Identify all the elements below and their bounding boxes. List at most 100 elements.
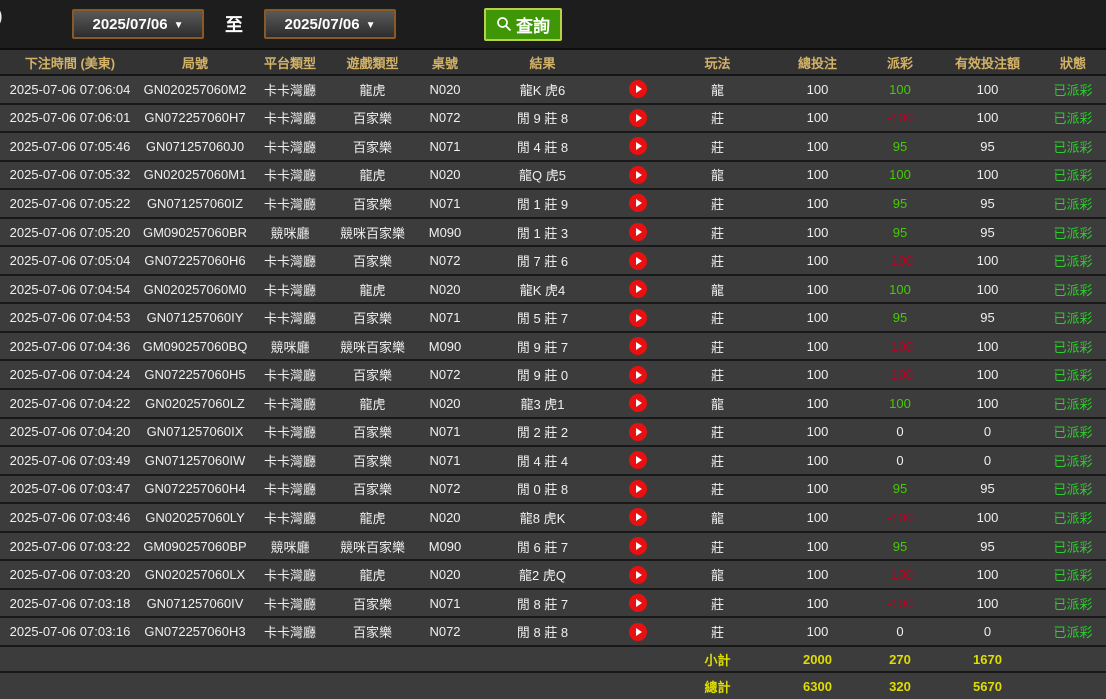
result-cell: 龍Q 虎5 [475,162,610,189]
payout-cell: -100 [865,105,935,132]
valid-bet-cell: 0 [935,618,1040,645]
replay-button[interactable] [629,623,647,641]
total-bet-cell: 100 [770,76,865,103]
date-to-select[interactable]: 2025/07/06 [264,9,396,39]
round-id-cell: GN071257060IY [140,304,250,331]
replay-button[interactable] [629,194,647,212]
payout-cell: 95 [865,219,935,246]
replay-cell [610,133,665,160]
table-no-cell: N071 [415,304,475,331]
total-bet-cell: 100 [770,447,865,474]
payout-cell: -100 [865,561,935,588]
status-cell: 已派彩 [1040,247,1106,274]
platform-cell: 卡卡灣廳 [250,561,330,588]
game-type-cell: 百家樂 [330,105,415,132]
table-no-cell: N020 [415,504,475,531]
replay-cell [610,419,665,446]
game-type-cell: 龍虎 [330,390,415,417]
play-icon [636,571,642,579]
total-bet-cell: 100 [770,333,865,360]
result-cell: 閒 8 莊 8 [475,618,610,645]
bet-time-cell: 2025-07-06 07:03:22 [0,533,140,560]
valid-bet-cell: 95 [935,476,1040,503]
bet-time-cell: 2025-07-06 07:05:32 [0,162,140,189]
date-to-value: 2025/07/06 [285,16,360,33]
replay-button[interactable] [629,366,647,384]
status-cell: 已派彩 [1040,590,1106,617]
play-icon [636,228,642,236]
table-row: 2025-07-06 07:06:01 GN072257060H7 卡卡灣廳 百… [0,105,1106,134]
date-from-select[interactable]: 2025/07/06 [72,9,204,39]
replay-button[interactable] [629,508,647,526]
replay-button[interactable] [629,166,647,184]
replay-button[interactable] [629,566,647,584]
replay-button[interactable] [629,137,647,155]
bet-time-cell: 2025-07-06 07:03:47 [0,476,140,503]
total-bet-cell: 100 [770,219,865,246]
search-button[interactable]: 查詢 [484,8,562,41]
status-cell: 已派彩 [1040,304,1106,331]
game-type-cell: 百家樂 [330,476,415,503]
table-row: 2025-07-06 07:03:16 GN072257060H3 卡卡灣廳 百… [0,618,1106,647]
result-cell: 閒 8 莊 7 [475,590,610,617]
platform-cell: 卡卡灣廳 [250,190,330,217]
replay-button[interactable] [629,223,647,241]
replay-button[interactable] [629,537,647,555]
payout-cell: -100 [865,247,935,274]
bet-type-cell: 莊 [665,105,770,132]
result-cell: 閒 9 莊 8 [475,105,610,132]
game-type-cell: 百家樂 [330,447,415,474]
replay-button[interactable] [629,337,647,355]
replay-button[interactable] [629,480,647,498]
table-row: 2025-07-06 07:03:18 GN071257060IV 卡卡灣廳 百… [0,590,1106,619]
valid-bet-cell: 95 [935,304,1040,331]
game-type-cell: 百家樂 [330,618,415,645]
game-type-cell: 百家樂 [330,361,415,388]
replay-cell [610,361,665,388]
replay-button[interactable] [629,109,647,127]
bet-time-cell: 2025-07-06 07:05:20 [0,219,140,246]
total-bet-cell: 100 [770,361,865,388]
total-bet-cell: 100 [770,618,865,645]
replay-button[interactable] [629,594,647,612]
replay-button[interactable] [629,280,647,298]
play-icon [636,342,642,350]
game-type-cell: 競咪百家樂 [330,333,415,360]
round-id-cell: GN020257060LZ [140,390,250,417]
result-cell: 龍K 虎6 [475,76,610,103]
replay-button[interactable] [629,451,647,469]
status-cell: 已派彩 [1040,390,1106,417]
game-type-cell: 百家樂 [330,590,415,617]
valid-bet-cell: 95 [935,219,1040,246]
round-id-cell: GN020257060LY [140,504,250,531]
platform-cell: 卡卡灣廳 [250,304,330,331]
table-row: 2025-07-06 07:04:36 GM090257060BQ 競咪廳 競咪… [0,333,1106,362]
bet-history-table: 下注時間 (美東) 局號 平台類型 遊戲類型 桌號 結果 玩法 總投注 派彩 有… [0,48,1106,699]
replay-button[interactable] [629,309,647,327]
replay-button[interactable] [629,394,647,412]
table-no-cell: N072 [415,618,475,645]
table-no-cell: N020 [415,162,475,189]
game-type-cell: 百家樂 [330,247,415,274]
replay-button[interactable] [629,252,647,270]
subtotal-payout: 270 [865,647,935,671]
status-cell: 已派彩 [1040,447,1106,474]
table-no-cell: M090 [415,219,475,246]
status-cell: 已派彩 [1040,504,1106,531]
bet-time-cell: 2025-07-06 07:03:20 [0,561,140,588]
status-cell: 已派彩 [1040,76,1106,103]
valid-bet-cell: 95 [935,133,1040,160]
replay-cell [610,162,665,189]
col-header-status: 狀態 [1040,50,1106,74]
replay-button[interactable] [629,423,647,441]
result-cell: 閒 6 莊 7 [475,533,610,560]
payout-cell: 95 [865,133,935,160]
table-row: 2025-07-06 07:03:20 GN020257060LX 卡卡灣廳 龍… [0,561,1106,590]
platform-cell: 卡卡灣廳 [250,247,330,274]
payout-cell: 0 [865,618,935,645]
play-icon [636,399,642,407]
round-id-cell: GN071257060IW [140,447,250,474]
table-no-cell: N072 [415,247,475,274]
total-bet-cell: 100 [770,533,865,560]
replay-button[interactable] [629,80,647,98]
